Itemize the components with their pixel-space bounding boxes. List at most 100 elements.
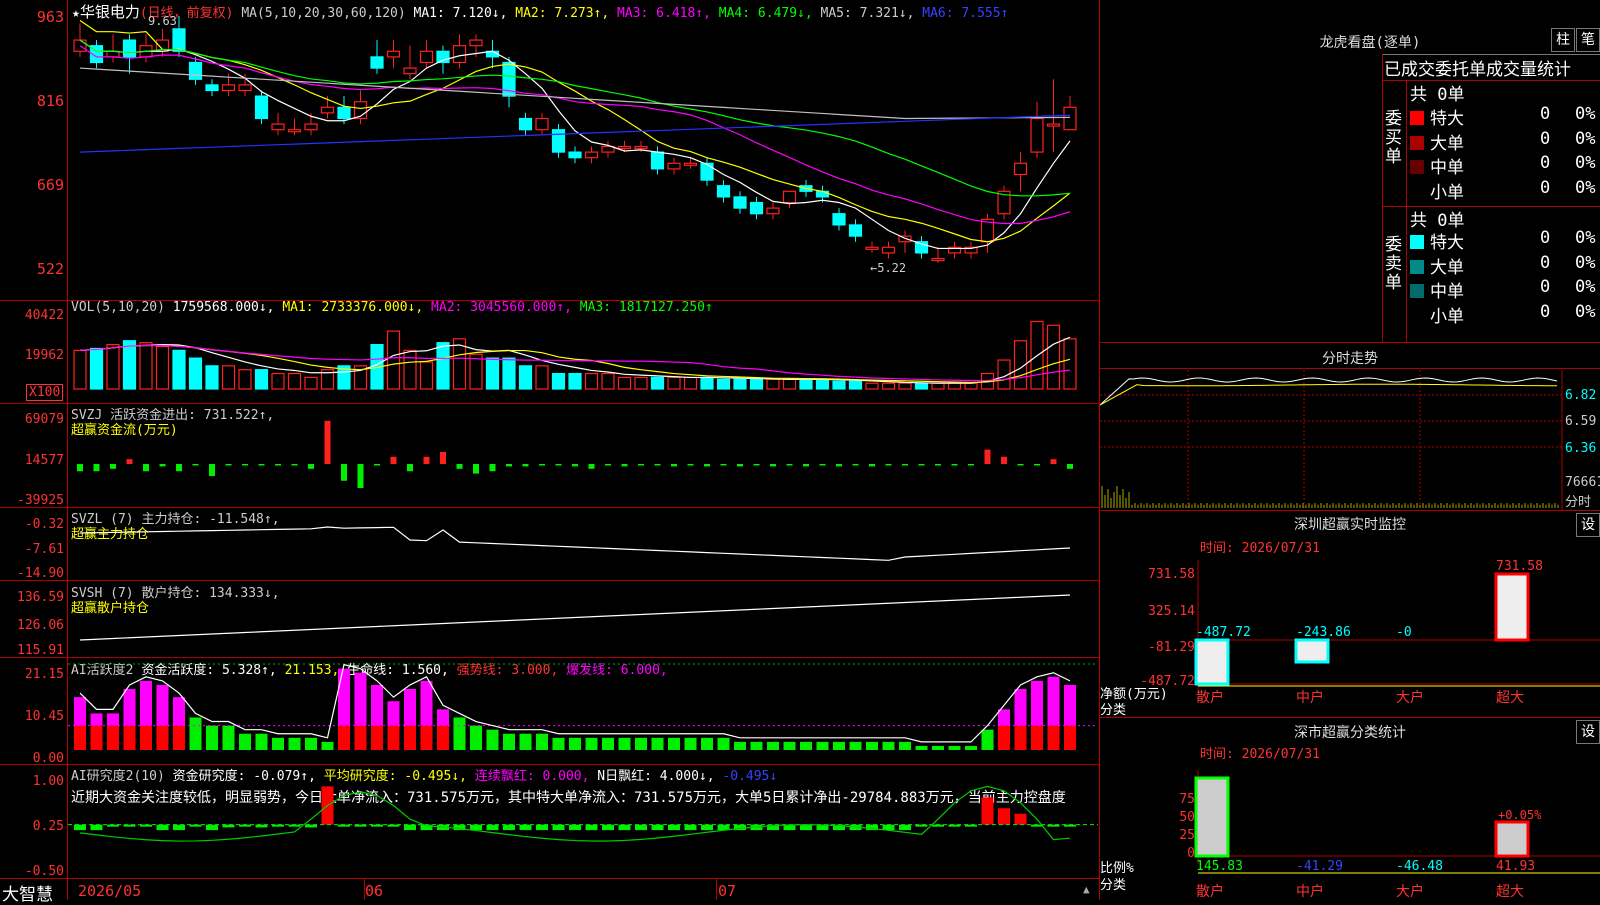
flow-bar: [159, 464, 166, 467]
flow-bar: [93, 464, 100, 472]
flow-bar: [258, 464, 265, 466]
activity-bar: [107, 713, 119, 726]
flow-bar: [918, 464, 925, 466]
activity-bar: [981, 729, 994, 750]
volume-bar: [947, 382, 962, 390]
row-count: 0: [1540, 301, 1551, 322]
volume-bar: [485, 357, 500, 390]
flow-bar: [819, 464, 826, 466]
volume-bar: [221, 365, 236, 390]
flow-bar: [671, 464, 677, 467]
candle: [782, 190, 797, 204]
activity-bar: [272, 737, 284, 750]
candle: [1063, 106, 1077, 131]
volume-bar: [964, 382, 978, 390]
volume-bar: [914, 382, 929, 390]
monitor-bar: [1294, 638, 1330, 664]
row-count: 0: [1540, 252, 1551, 273]
candle: [419, 50, 434, 64]
monitor-bar: [1194, 638, 1230, 686]
row-label: 中单: [1430, 282, 1464, 302]
activity-bar: [635, 737, 647, 750]
activity-bar: [503, 733, 515, 750]
candle: [584, 151, 599, 159]
activity-bar: [1064, 684, 1076, 726]
activity-bar: [1047, 676, 1060, 726]
candle: [221, 84, 236, 92]
row-count: 0: [1540, 128, 1551, 149]
research-bar: [90, 824, 103, 831]
flow-bar: [902, 464, 908, 466]
research-bar: [404, 824, 416, 831]
side-charts[interactable]: -487.72 -243.86 -0731.58散户 中户 大户 超大+0.05%145.…: [1100, 0, 1600, 900]
research-bar: [800, 824, 812, 831]
candle: [667, 162, 681, 170]
research-bar: [1014, 813, 1027, 825]
research-bar: [470, 824, 482, 831]
candle: [683, 162, 698, 166]
activity-bar: [354, 672, 367, 726]
flow-bar: [192, 464, 199, 466]
activity-bar: [222, 725, 235, 750]
candle: [403, 67, 417, 75]
candle: [469, 39, 483, 47]
volume-bar: [716, 378, 731, 390]
volume-bar: [832, 380, 846, 390]
candle: [733, 196, 747, 209]
activity-bar: [717, 737, 730, 750]
flow-bar: [1001, 456, 1007, 464]
flow-bar: [407, 464, 413, 472]
main-chart-area[interactable]: 963 816 669 522 40422 19962 X100 69079 1…: [0, 0, 1100, 905]
flow-bar: [539, 464, 545, 466]
monitor-category: 超大: [1496, 690, 1524, 706]
volume-bar: [419, 361, 434, 390]
volume-bar: [799, 378, 813, 390]
candle: [650, 151, 665, 170]
monitor-bar: [1494, 572, 1530, 642]
volume-bar: [502, 357, 516, 390]
color-swatch: [1410, 184, 1424, 199]
research-bar: [536, 824, 548, 831]
flow-bar: [869, 464, 875, 467]
stats-bar: [1494, 820, 1530, 858]
flow-bar: [605, 464, 611, 466]
color-swatch: [1410, 284, 1424, 298]
volume-bar: [106, 343, 120, 390]
candle: [122, 39, 137, 58]
volume-bar: [898, 382, 912, 390]
activity-bar: [74, 697, 86, 726]
volume-bar: [139, 342, 153, 390]
flow-bar: [357, 464, 364, 488]
flow-bar: [720, 464, 727, 466]
activity-base: [1064, 725, 1076, 750]
candlestick-chart[interactable]: [0, 0, 1100, 900]
volume-bar: [155, 345, 170, 390]
activity-bar: [206, 725, 218, 750]
activity-bar: [387, 701, 400, 726]
row-count: 0: [1540, 228, 1551, 248]
flow-bar: [275, 464, 281, 466]
flow-bar: [324, 420, 331, 464]
monitor-value-label: -0: [1396, 625, 1412, 640]
candle: [931, 257, 945, 262]
volume-bar: [931, 382, 945, 390]
activity-bar: [420, 680, 433, 726]
candle: [634, 145, 648, 150]
volume-bar: [782, 378, 797, 390]
flow-bar: [572, 464, 578, 467]
activity-base: [123, 725, 136, 750]
color-swatch: [1410, 135, 1424, 150]
activity-base: [1047, 725, 1060, 750]
row-count: 0: [1540, 177, 1551, 198]
activity-bar: [585, 737, 598, 750]
activity-bar: [437, 709, 449, 726]
research-bar: [486, 824, 499, 831]
sell-row: 中单: [1410, 277, 1464, 302]
volume-bar: [518, 365, 533, 390]
volume-bar: [881, 382, 896, 390]
activity-bar: [140, 680, 152, 726]
activity-base: [1031, 725, 1043, 750]
activity-bar: [305, 737, 317, 750]
research-bar: [173, 824, 185, 831]
activity-bar: [338, 668, 350, 726]
